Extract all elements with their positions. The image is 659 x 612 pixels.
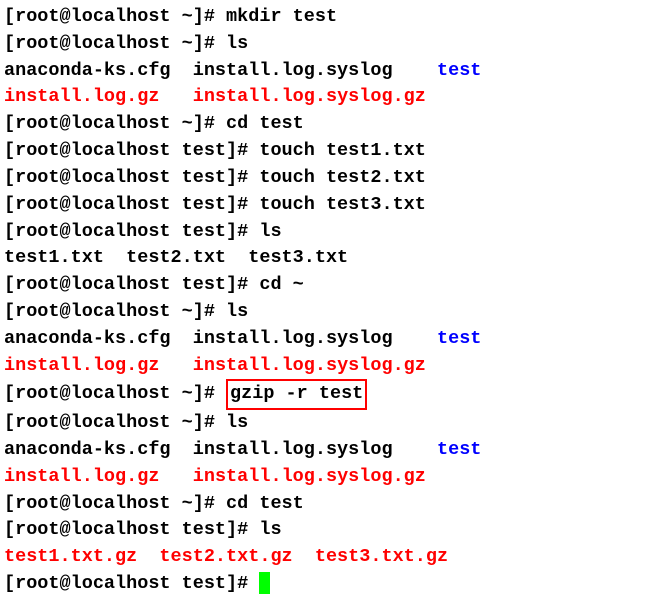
term-line: [root@localhost test]# touch test1.txt — [4, 138, 655, 165]
dir-name: test — [437, 328, 481, 349]
terminal[interactable]: [root@localhost ~]# mkdir test [root@loc… — [4, 4, 655, 598]
gz-file: install.log.gz — [4, 355, 159, 376]
gz-file: test1.txt.gz test2.txt.gz test3.txt.gz — [4, 546, 448, 567]
term-line: [root@localhost ~]# cd test — [4, 111, 655, 138]
term-line: [root@localhost test]# cd ~ — [4, 272, 655, 299]
term-line: test1.txt test2.txt test3.txt — [4, 245, 655, 272]
highlighted-command: gzip -r test — [226, 379, 367, 410]
gz-file: install.log.gz — [4, 86, 159, 107]
term-line: [root@localhost ~]# ls — [4, 299, 655, 326]
prompt: [root@localhost ~]# — [4, 383, 226, 404]
term-line: [root@localhost test]# touch test3.txt — [4, 192, 655, 219]
spacer — [159, 355, 192, 376]
file-name: anaconda-ks.cfg install.log.syslog — [4, 60, 437, 81]
gz-file: install.log.syslog.gz — [193, 355, 426, 376]
term-line: [root@localhost test]# touch test2.txt — [4, 165, 655, 192]
gz-file: install.log.syslog.gz — [193, 466, 426, 487]
file-name: anaconda-ks.cfg install.log.syslog — [4, 439, 437, 460]
spacer — [159, 86, 192, 107]
term-line: test1.txt.gz test2.txt.gz test3.txt.gz — [4, 544, 655, 571]
term-line: [root@localhost ~]# cd test — [4, 491, 655, 518]
dir-name: test — [437, 439, 481, 460]
term-line: anaconda-ks.cfg install.log.syslog test — [4, 326, 655, 353]
term-line: [root@localhost test]# — [4, 571, 655, 598]
term-line: anaconda-ks.cfg install.log.syslog test — [4, 437, 655, 464]
gz-file: install.log.syslog.gz — [193, 86, 426, 107]
term-line: [root@localhost ~]# mkdir test — [4, 4, 655, 31]
spacer — [159, 466, 192, 487]
term-line: [root@localhost ~]# gzip -r test — [4, 379, 655, 410]
file-name: anaconda-ks.cfg install.log.syslog — [4, 328, 437, 349]
prompt: [root@localhost test]# — [4, 573, 259, 594]
dir-name: test — [437, 60, 481, 81]
term-line: [root@localhost test]# ls — [4, 219, 655, 246]
gz-file: install.log.gz — [4, 466, 159, 487]
term-line: [root@localhost test]# ls — [4, 517, 655, 544]
cursor — [259, 572, 270, 594]
term-line: install.log.gz install.log.syslog.gz — [4, 353, 655, 380]
term-line: install.log.gz install.log.syslog.gz — [4, 464, 655, 491]
term-line: [root@localhost ~]# ls — [4, 410, 655, 437]
term-line: anaconda-ks.cfg install.log.syslog test — [4, 58, 655, 85]
term-line: install.log.gz install.log.syslog.gz — [4, 84, 655, 111]
term-line: [root@localhost ~]# ls — [4, 31, 655, 58]
